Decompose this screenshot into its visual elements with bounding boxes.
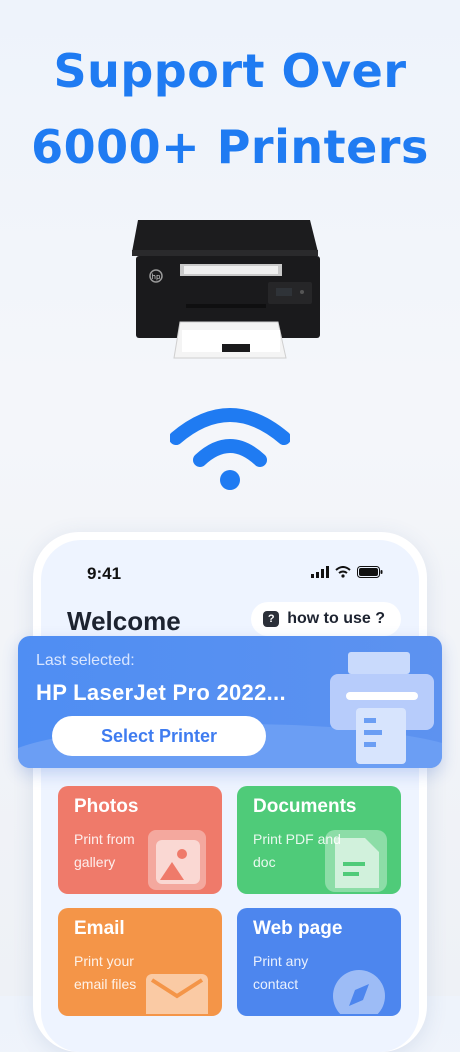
wifi-icon <box>170 408 290 490</box>
status-time: 9:41 <box>87 564 122 583</box>
compass-icon <box>333 970 385 1014</box>
printer-icon <box>330 652 434 764</box>
question-icon: ? <box>263 611 280 627</box>
tile-title: Web page <box>253 918 343 939</box>
printer-illustration: hp <box>132 220 320 359</box>
headline-line-1: Support Over <box>53 44 407 98</box>
tile-title: Email <box>74 918 125 939</box>
image-icon <box>148 830 206 890</box>
printer-name: HP LaserJet Pro 2022... <box>36 680 286 705</box>
status-icons <box>311 566 383 578</box>
last-selected-caption: Last selected: <box>36 652 135 669</box>
document-icon <box>325 830 387 892</box>
hp-logo-text: hp <box>152 273 161 281</box>
battery-icon <box>357 566 383 578</box>
envelope-icon <box>146 974 208 1014</box>
tile-documents[interactable]: Documents Print PDF and doc <box>237 786 401 894</box>
signal-icon <box>311 566 329 578</box>
tile-title: Documents <box>253 796 357 817</box>
tile-email[interactable]: Email Print your email files <box>58 908 222 1016</box>
how-to-use-button[interactable]: ? how to use ? <box>251 602 401 636</box>
tile-photos[interactable]: Photos Print from gallery <box>58 786 222 894</box>
select-printer-button[interactable]: Select Printer <box>52 716 266 756</box>
tile-web-page[interactable]: Web page Print any contact <box>237 908 401 1016</box>
how-to-use-label: how to use ? <box>287 610 385 627</box>
headline-line-2: 6000+ Printers <box>31 120 429 174</box>
wifi-status-icon <box>335 566 351 578</box>
welcome-title: Welcome <box>67 606 181 636</box>
last-selected-card: Last selected: HP LaserJet Pro 2022... S… <box>18 636 442 768</box>
tile-title: Photos <box>74 796 139 817</box>
